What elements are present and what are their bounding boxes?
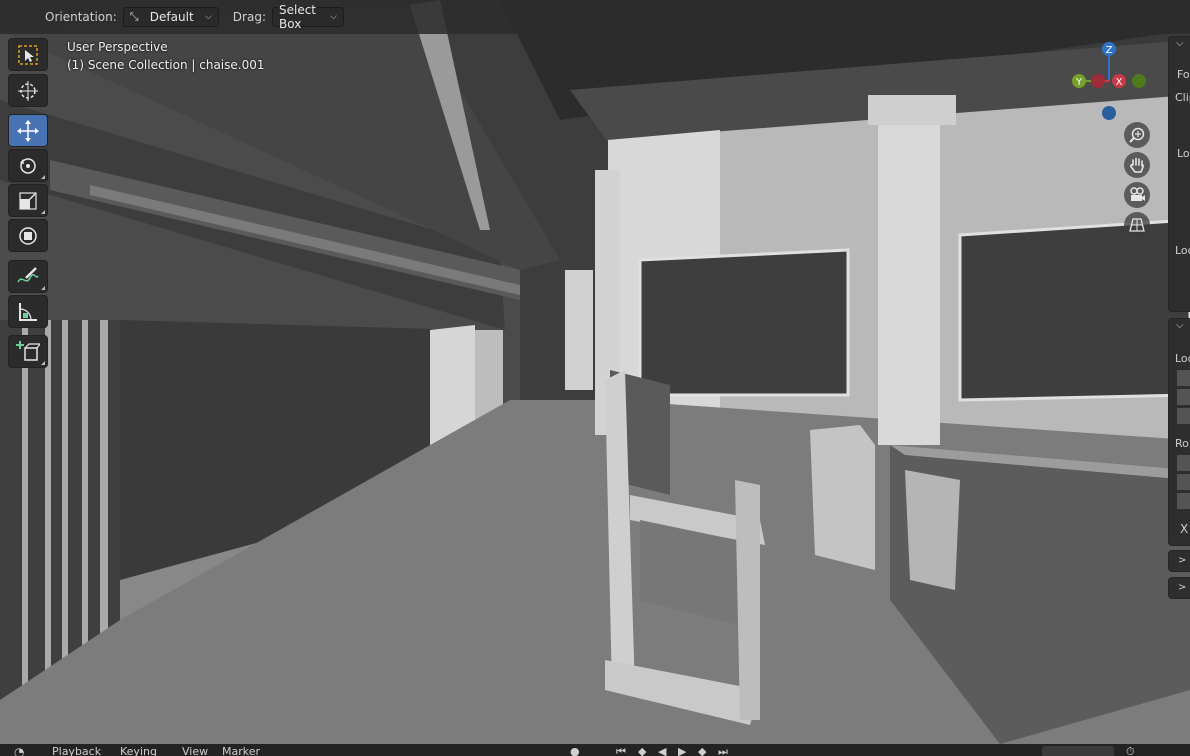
neg-z-axis-handle[interactable] <box>1102 106 1116 120</box>
zoom-magnifier-icon <box>1129 127 1145 143</box>
marker-menu[interactable]: Marker <box>222 746 260 756</box>
play-icon[interactable]: ▶ <box>678 746 686 756</box>
cursor-icon <box>18 80 38 101</box>
hand-icon <box>1130 157 1144 173</box>
stopwatch-icon[interactable]: ⏱ <box>1126 746 1135 756</box>
sidebar-label-clip: Clip <box>1175 91 1190 104</box>
chevron-down-icon: ⌵ <box>330 12 337 22</box>
grid-perspective-icon <box>1129 218 1145 232</box>
measure-icon <box>19 302 37 321</box>
next-keyframe-icon[interactable]: ◆ <box>698 746 706 756</box>
select-box-tool[interactable] <box>8 38 48 71</box>
cursor-tool[interactable] <box>8 74 48 107</box>
collection-info: (1) Scene Collection | chaise.001 <box>67 58 265 72</box>
annotate-tool[interactable] <box>8 260 48 293</box>
prev-keyframe-icon[interactable]: ◆ <box>638 746 646 756</box>
select-box-icon <box>18 44 38 65</box>
neg-y-axis-handle[interactable] <box>1091 74 1105 88</box>
rotation-x-field[interactable] <box>1177 455 1190 471</box>
zoom-button[interactable] <box>1124 122 1150 148</box>
drag-label: Drag: <box>232 10 266 24</box>
drag-dropdown[interactable]: Select Box ⌵ <box>271 3 344 31</box>
drag-value: Select Box <box>278 3 317 31</box>
sidebar-label-rotation: Ro <box>1175 437 1189 450</box>
z-axis-label: Z <box>1106 45 1113 56</box>
measure-tool[interactable] <box>8 295 48 328</box>
location-x-field[interactable] <box>1177 370 1190 386</box>
current-frame-field[interactable] <box>1042 746 1114 756</box>
sidebar-label-lock: Loc <box>1175 244 1190 257</box>
transform-tool[interactable] <box>8 219 48 252</box>
playback-menu[interactable]: Playback <box>52 746 101 756</box>
rotation-mode-field[interactable]: X <box>1180 522 1188 536</box>
jump-end-icon[interactable]: ⏭ <box>718 746 728 756</box>
sidebar-label-focal: Fo <box>1177 68 1190 81</box>
transform-icon <box>19 226 37 245</box>
orientation-value: Default <box>149 10 194 24</box>
orientation-dropdown[interactable]: ⤡ Default ⌵ <box>122 7 219 27</box>
move-icon <box>17 119 39 142</box>
y-axis-label: Y <box>1075 77 1083 88</box>
orientation-label: Orientation: <box>45 10 117 24</box>
add-cube-icon <box>16 340 40 361</box>
view-name: User Perspective <box>67 40 168 54</box>
panel-chevron-right-icon[interactable]: > <box>1178 582 1186 593</box>
rotation-z-field[interactable] <box>1177 493 1190 509</box>
scale-icon <box>19 191 37 210</box>
record-icon[interactable]: ● <box>570 746 580 756</box>
rotate-tool[interactable] <box>8 149 48 182</box>
perspective-toggle-button[interactable] <box>1124 212 1150 238</box>
rotation-y-field[interactable] <box>1177 474 1190 490</box>
annotate-icon <box>17 266 39 282</box>
camera-view-button[interactable] <box>1124 182 1150 208</box>
x-axis-label: X <box>1116 77 1123 88</box>
panel-chevron-down-icon[interactable]: ⌵ <box>1176 38 1184 49</box>
location-z-field[interactable] <box>1177 408 1190 424</box>
navigation-gizmo[interactable]: Z Y X <box>1064 38 1154 128</box>
panel-chevron-right-icon[interactable]: > <box>1178 555 1186 566</box>
add-cube-tool[interactable] <box>8 335 48 368</box>
viewport-header: Orientation: ⤡ Default ⌵ Drag: Select Bo… <box>0 0 1190 34</box>
move-tool[interactable] <box>8 114 48 147</box>
view-menu[interactable]: View <box>182 746 208 756</box>
timeline-header: ◔ Playback Keying View Marker ● ⏮ ◆ ◀ ▶ … <box>0 744 1190 756</box>
play-reverse-icon[interactable]: ◀ <box>658 746 666 756</box>
scene-render <box>0 0 1190 744</box>
panel-chevron-down-icon[interactable]: ⌵ <box>1176 320 1184 331</box>
location-y-field[interactable] <box>1177 389 1190 405</box>
camera-icon <box>1130 187 1145 201</box>
orientation-axes-icon: ⤡ <box>129 10 139 23</box>
neg-x-axis-handle[interactable] <box>1132 74 1146 88</box>
rotate-icon <box>20 157 36 174</box>
sidebar-label-local: Lo <box>1177 147 1190 160</box>
sidebar-label-location: Loc <box>1175 352 1190 365</box>
keying-menu[interactable]: Keying <box>120 746 157 756</box>
3d-viewport[interactable]: Orientation: ⤡ Default ⌵ Drag: Select Bo… <box>0 0 1190 744</box>
scale-tool[interactable] <box>8 184 48 217</box>
chevron-down-icon: ⌵ <box>204 12 212 22</box>
jump-start-icon[interactable]: ⏮ <box>616 746 626 756</box>
editor-type-icon[interactable]: ◔ <box>14 746 24 756</box>
pan-button[interactable] <box>1124 152 1150 178</box>
